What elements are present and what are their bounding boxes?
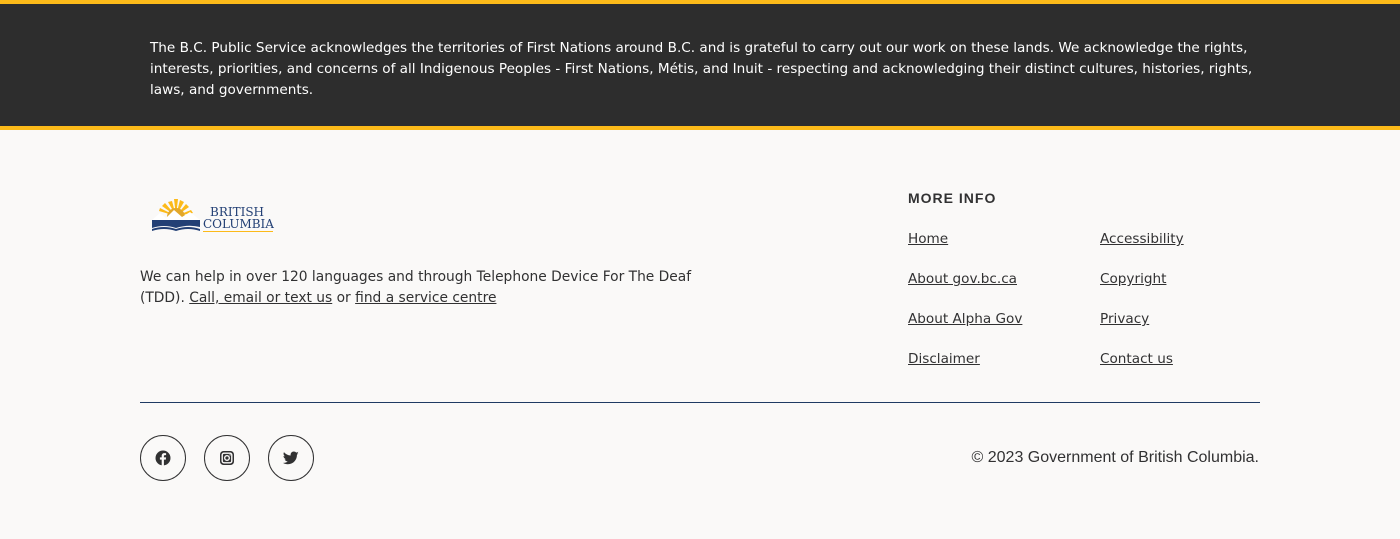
home-link[interactable]: Home [908, 230, 948, 248]
logo-text-columbia: COLUMBIA [203, 217, 274, 231]
help-text-middle: or [332, 290, 356, 306]
instagram-icon [220, 451, 234, 465]
find-service-centre-link[interactable]: find a service centre [355, 290, 496, 306]
contact-us-link[interactable]: Contact us [1100, 350, 1173, 368]
more-info-heading: MORE INFO [908, 190, 997, 206]
language-help-text: We can help in over 120 languages and th… [140, 267, 700, 309]
bc-gov-logo[interactable]: BRITISH COLUMBIA [150, 196, 276, 236]
acknowledgement-text: The B.C. Public Service acknowledges the… [150, 40, 1253, 98]
instagram-button[interactable] [204, 435, 250, 481]
accessibility-link[interactable]: Accessibility [1100, 230, 1184, 248]
land-acknowledgement-banner: The B.C. Public Service acknowledges the… [0, 0, 1400, 130]
privacy-link[interactable]: Privacy [1100, 310, 1149, 328]
footer-divider [140, 402, 1260, 403]
disclaimer-link[interactable]: Disclaimer [908, 350, 980, 368]
call-email-text-link[interactable]: Call, email or text us [189, 290, 332, 306]
about-gov-bc-link[interactable]: About gov.bc.ca [908, 270, 1017, 288]
bc-logo-graphic: BRITISH COLUMBIA [152, 199, 274, 232]
facebook-button[interactable] [140, 435, 186, 481]
copyright-link[interactable]: Copyright [1100, 270, 1166, 288]
twitter-icon [283, 451, 299, 465]
copyright-text: © 2023 Government of British Columbia. [971, 449, 1259, 466]
twitter-button[interactable] [268, 435, 314, 481]
about-alpha-gov-link[interactable]: About Alpha Gov [908, 310, 1022, 328]
facebook-icon [155, 450, 171, 466]
